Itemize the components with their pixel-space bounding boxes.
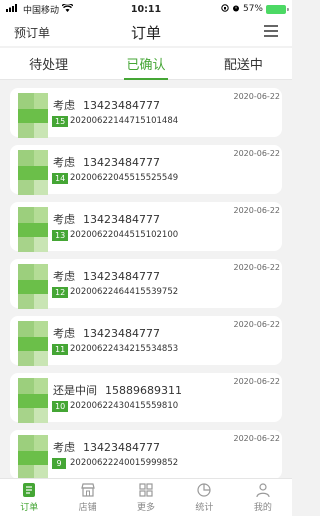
tab-delivering[interactable]: 配送中	[195, 48, 292, 79]
store-icon	[80, 483, 95, 497]
nav-label: 更多	[137, 503, 156, 513]
nav-orders[interactable]: 订单	[0, 479, 58, 516]
customer-phone: 15889689311	[105, 384, 182, 397]
tab-confirmed[interactable]: 已确认	[97, 48, 194, 79]
order-number-badge: 9	[52, 458, 66, 469]
customer-name: 考虑	[53, 327, 75, 340]
order-card[interactable]: 2020-06-22 考虑 13423484777 11 202006224342…	[10, 316, 282, 366]
nav-stats[interactable]: 统计	[175, 479, 233, 516]
customer-info: 考虑 13423484777	[53, 325, 160, 341]
order-id: 20200622045515525549	[70, 173, 179, 183]
battery-percent: 57%	[242, 4, 263, 14]
order-card[interactable]: 2020-06-22 考虑 13423484777 9 2020062224001…	[10, 430, 282, 478]
order-list: 2020-06-22 考虑 13423484777 15 202006221447…	[10, 88, 282, 478]
order-thumbnail	[18, 264, 50, 309]
customer-name: 考虑	[53, 99, 75, 112]
nav-label: 订单	[20, 503, 39, 513]
order-thumbnail	[18, 93, 50, 138]
order-id: 20200622434215534853	[70, 344, 179, 354]
order-id: 20200622240015999852	[70, 458, 179, 468]
order-date: 2020-06-22	[233, 149, 281, 158]
order-date: 2020-06-22	[233, 92, 281, 101]
order-card[interactable]: 2020-06-22 考虑 13423484777 14 202006220455…	[10, 145, 282, 195]
nav-more[interactable]: 更多	[117, 479, 175, 516]
wifi-icon	[61, 2, 74, 15]
status-left: 中国移动	[6, 2, 74, 16]
customer-phone: 13423484777	[83, 156, 160, 169]
stats-icon	[197, 483, 212, 497]
customer-name: 还是中间	[53, 384, 97, 397]
order-number-badge: 15	[52, 116, 69, 127]
customer-phone: 13423484777	[83, 327, 160, 340]
nav-label: 店铺	[78, 503, 97, 513]
nav-label: 统计	[195, 503, 214, 513]
customer-name: 考虑	[53, 213, 75, 226]
order-id: 20200622464415539752	[70, 287, 179, 297]
page-title: 订单	[130, 23, 161, 42]
alarm-icon	[232, 4, 240, 15]
status-bar: 中国移动 10:11 57%	[0, 0, 292, 18]
nav-label: 我的	[253, 503, 272, 513]
order-card[interactable]: 2020-06-22 还是中间 15889689311 10 2020062243…	[10, 373, 282, 423]
customer-name: 考虑	[53, 156, 75, 169]
order-date: 2020-06-22	[233, 206, 281, 215]
order-number-badge: 10	[52, 401, 69, 412]
profile-icon	[256, 483, 270, 498]
customer-info: 考虑 13423484777	[53, 211, 160, 227]
order-card[interactable]: 2020-06-22 考虑 13423484777 13 202006220445…	[10, 202, 282, 252]
order-date: 2020-06-22	[233, 434, 281, 443]
order-id: 20200622044515102100	[70, 230, 179, 240]
bottom-nav: 订单 店铺 更多 统计 我的	[0, 478, 292, 516]
battery-icon	[266, 4, 289, 14]
customer-info: 还是中间 15889689311	[53, 382, 182, 398]
order-number-badge: 12	[52, 287, 69, 298]
nav-profile[interactable]: 我的	[234, 479, 292, 516]
order-card[interactable]: 2020-06-22 考虑 13423484777 12 202006224644…	[10, 259, 282, 309]
order-thumbnail	[18, 321, 50, 366]
order-thumbnail	[18, 150, 50, 195]
order-number-badge: 13	[52, 230, 69, 241]
order-date: 2020-06-22	[233, 320, 281, 329]
menu-icon[interactable]	[264, 25, 278, 37]
lock-rotation-icon	[221, 3, 229, 15]
order-id: 20200622430415559810	[70, 401, 179, 411]
order-thumbnail	[18, 378, 50, 423]
nav-store[interactable]: 店铺	[58, 479, 116, 516]
order-card[interactable]: 2020-06-22 考虑 13423484777 15 202006221447…	[10, 88, 282, 138]
customer-name: 考虑	[53, 441, 75, 454]
order-number-badge: 14	[52, 173, 69, 184]
signal-icon	[6, 3, 20, 15]
order-date: 2020-06-22	[233, 377, 281, 386]
order-thumbnail	[18, 207, 50, 252]
customer-phone: 13423484777	[83, 213, 160, 226]
preorder-link[interactable]: 预订单	[14, 24, 50, 41]
customer-phone: 13423484777	[83, 441, 160, 454]
carrier-label: 中国移动	[23, 5, 60, 16]
customer-phone: 13423484777	[83, 270, 160, 283]
customer-info: 考虑 13423484777	[53, 97, 160, 113]
customer-name: 考虑	[53, 270, 75, 283]
order-id: 20200622144715101484	[70, 116, 179, 126]
customer-info: 考虑 13423484777	[53, 268, 160, 284]
header: 预订单 订单	[0, 18, 292, 46]
order-icon	[23, 483, 36, 497]
order-number-badge: 11	[52, 344, 69, 355]
tab-pending[interactable]: 待处理	[0, 48, 97, 79]
status-right: 57%	[221, 3, 289, 15]
customer-phone: 13423484777	[83, 99, 160, 112]
order-tabs: 待处理 已确认 配送中	[0, 48, 292, 80]
order-thumbnail	[18, 435, 50, 478]
more-icon	[139, 483, 153, 497]
customer-info: 考虑 13423484777	[53, 154, 160, 170]
order-date: 2020-06-22	[233, 263, 281, 272]
customer-info: 考虑 13423484777	[53, 439, 160, 455]
